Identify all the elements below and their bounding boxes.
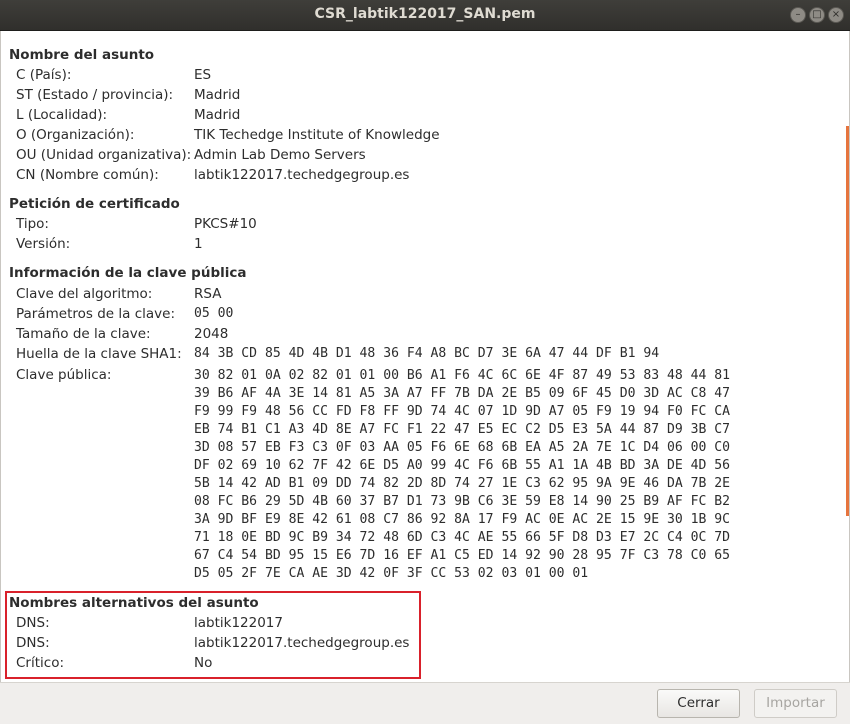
public-key-line: 5B 14 42 AD B1 09 DD 74 82 2D 8D 74 27 1…: [194, 476, 731, 491]
field-label: O (Organización):: [16, 127, 135, 143]
field-label: DNS:: [16, 615, 50, 631]
window-title: CSR_labtik122017_SAN.pem: [314, 6, 536, 22]
minimize-icon[interactable]: –: [790, 7, 806, 23]
field-value: 2048: [194, 326, 229, 342]
field-label: Huella de la clave SHA1:: [16, 346, 182, 362]
field-label: C (País):: [16, 67, 72, 83]
public-key-line: D5 05 2F 7E CA AE 3D 42 0F 3F CC 53 02 0…: [194, 566, 589, 581]
field-label: DNS:: [16, 635, 50, 651]
request-heading: Petición de certificado: [9, 196, 180, 212]
field-value: 1: [194, 236, 203, 252]
field-value: ES: [194, 67, 212, 83]
field-value: Madrid: [194, 107, 241, 123]
field-value: Madrid: [194, 87, 241, 103]
field-label: Tipo:: [16, 216, 49, 232]
field-value: labtik122017.techedgegroup.es: [194, 635, 410, 651]
public-key-line: 3D 08 57 EB F3 C3 0F 03 AA 05 F6 6E 68 6…: [194, 440, 731, 455]
field-value: PKCS#10: [194, 216, 257, 232]
public-key-line: DF 02 69 10 62 7F 42 6E D5 A0 99 4C F6 6…: [194, 458, 731, 473]
public-key-line: 71 18 0E BD 9C B9 34 72 48 6D C3 4C AE 5…: [194, 530, 731, 545]
public-key-label: Clave pública:: [16, 367, 112, 383]
field-value: No: [194, 655, 213, 671]
field-value: RSA: [194, 286, 222, 302]
pubkey-heading: Información de la clave pública: [9, 265, 247, 281]
field-label: Parámetros de la clave:: [16, 306, 175, 322]
subject-heading: Nombre del asunto: [9, 47, 155, 63]
field-label: Tamaño de la clave:: [16, 326, 151, 342]
field-value: 05 00: [194, 306, 234, 321]
san-heading: Nombres alternativos del asunto: [9, 595, 259, 611]
field-value: Admin Lab Demo Servers: [194, 147, 366, 163]
field-label: OU (Unidad organizativa):: [16, 147, 192, 163]
public-key-line: 30 82 01 0A 02 82 01 01 00 B6 A1 F6 4C 6…: [194, 368, 731, 383]
close-button[interactable]: Cerrar: [657, 689, 740, 718]
field-label: CN (Nombre común):: [16, 167, 159, 183]
close-icon[interactable]: ×: [828, 7, 844, 23]
field-value: labtik122017.techedgegroup.es: [194, 167, 410, 183]
public-key-line: F9 99 F9 48 56 CC FD F8 FF 9D 74 4C 07 1…: [194, 404, 731, 419]
sha1-fingerprint: 84 3B CD 85 4D 4B D1 48 36 F4 A8 BC D7 3…: [194, 346, 660, 361]
field-label: Versión:: [16, 236, 71, 252]
public-key-line: 3A 9D BF E9 8E 42 61 08 C7 86 92 8A 17 F…: [194, 512, 731, 527]
field-value: labtik122017: [194, 615, 283, 631]
public-key-line: 67 C4 54 BD 95 15 E6 7D 16 EF A1 C5 ED 1…: [194, 548, 731, 563]
public-key-line: 08 FC B6 29 5D 4B 60 37 B7 D1 73 9B C6 3…: [194, 494, 731, 509]
field-label: ST (Estado / provincia):: [16, 87, 174, 103]
field-label: Clave del algoritmo:: [16, 286, 153, 302]
maximize-icon[interactable]: □: [809, 7, 825, 23]
public-key-line: 39 B6 AF 4A 3E 14 81 A5 3A A7 FF 7B DA 2…: [194, 386, 731, 401]
title-bar[interactable]: CSR_labtik122017_SAN.pem – □ ×: [0, 0, 850, 31]
public-key-line: EB 74 B1 C1 A3 4D 8E A7 FC F1 22 47 E5 E…: [194, 422, 731, 437]
import-button[interactable]: Importar: [754, 689, 837, 718]
field-value: TIK Techedge Institute of Knowledge: [194, 127, 440, 143]
field-label: Crítico:: [16, 655, 65, 671]
field-label: L (Localidad):: [16, 107, 108, 123]
scroll-indicator[interactable]: [846, 126, 849, 516]
